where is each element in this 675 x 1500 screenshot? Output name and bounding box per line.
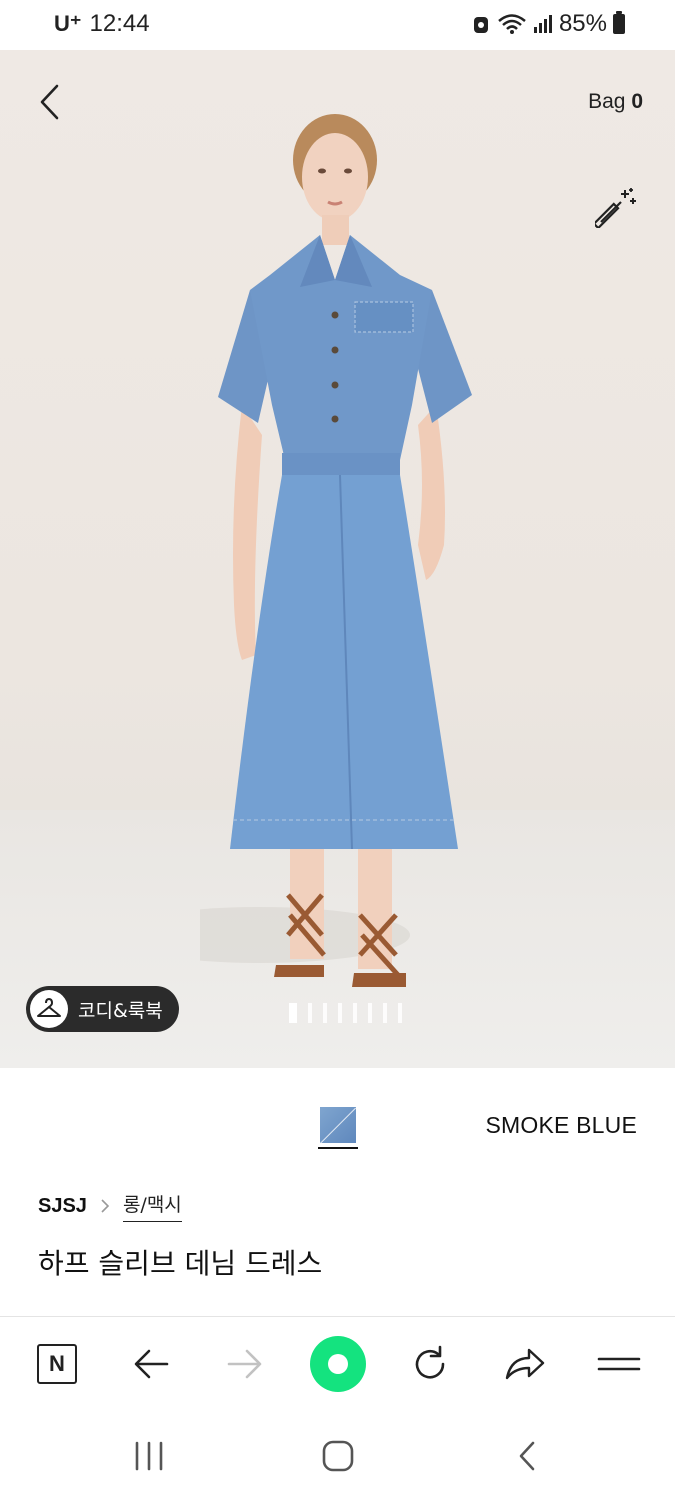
carousel-dot	[398, 1003, 402, 1023]
green-dot-button[interactable]	[310, 1336, 366, 1392]
category-link[interactable]: 롱/맥시	[122, 1190, 182, 1222]
magic-wand-icon[interactable]	[595, 184, 639, 228]
lookbook-label: 코디&룩북	[78, 999, 163, 1022]
wifi-icon	[498, 14, 526, 34]
green-dot-icon	[310, 1336, 366, 1392]
bag-link[interactable]: Bag 0	[588, 90, 643, 114]
lookbook-button[interactable]: 코디&룩북	[26, 986, 179, 1032]
breadcrumb: SJSJ 롱/맥시	[38, 1190, 182, 1222]
carousel-dot	[338, 1003, 342, 1023]
recent-apps-icon[interactable]	[132, 1440, 166, 1472]
selected-color-name: SMOKE BLUE	[485, 1112, 637, 1138]
carrier-label: U⁺	[54, 11, 82, 36]
forward-button[interactable]	[220, 1339, 270, 1389]
status-bar: U⁺ 12:44 85%	[0, 0, 675, 50]
carousel-dot	[289, 1003, 297, 1023]
carousel-dot	[323, 1003, 327, 1023]
back-arrow-icon	[134, 1349, 169, 1379]
battery-percent: 85%	[558, 10, 607, 37]
system-navigation-bar	[0, 1412, 675, 1500]
browser-toolbar: N	[0, 1316, 675, 1412]
carousel-dot	[308, 1003, 312, 1023]
hanger-icon	[30, 990, 68, 1028]
back-button[interactable]	[126, 1339, 176, 1389]
signal-icon	[533, 15, 552, 33]
product-model-photo	[200, 114, 472, 987]
home-icon[interactable]	[320, 1438, 356, 1474]
bag-label: Bag	[588, 90, 626, 113]
forward-arrow-icon	[227, 1349, 262, 1379]
carousel-indicator	[289, 1003, 402, 1023]
carousel-dot	[383, 1003, 387, 1023]
system-back-icon[interactable]	[512, 1440, 542, 1472]
refresh-button[interactable]	[405, 1339, 455, 1389]
chevron-right-icon	[101, 1199, 110, 1213]
carousel-dot	[368, 1003, 372, 1023]
menu-button[interactable]	[594, 1339, 644, 1389]
color-swatch[interactable]	[320, 1107, 356, 1143]
product-title: 하프 슬리브 데님 드레스	[38, 1247, 323, 1280]
brand-link[interactable]: SJSJ	[38, 1195, 87, 1218]
battery-icon	[613, 11, 625, 34]
menu-icon	[597, 1357, 641, 1371]
alarm-icon	[473, 17, 488, 33]
product-image-carousel[interactable]: Bag 0 코디&룩북	[0, 50, 675, 1068]
back-chevron-icon[interactable]	[30, 82, 70, 122]
swatch-selected-indicator	[318, 1147, 358, 1149]
status-right: 85%	[471, 10, 625, 38]
share-icon	[505, 1348, 545, 1380]
carousel-dot	[353, 1003, 357, 1023]
bag-count: 0	[631, 90, 643, 113]
share-button[interactable]	[500, 1339, 550, 1389]
naver-home-icon: N	[37, 1344, 77, 1384]
refresh-icon	[415, 1345, 445, 1379]
status-left: U⁺ 12:44	[54, 10, 150, 38]
naver-home-button[interactable]: N	[32, 1339, 82, 1389]
clock: 12:44	[89, 10, 150, 37]
